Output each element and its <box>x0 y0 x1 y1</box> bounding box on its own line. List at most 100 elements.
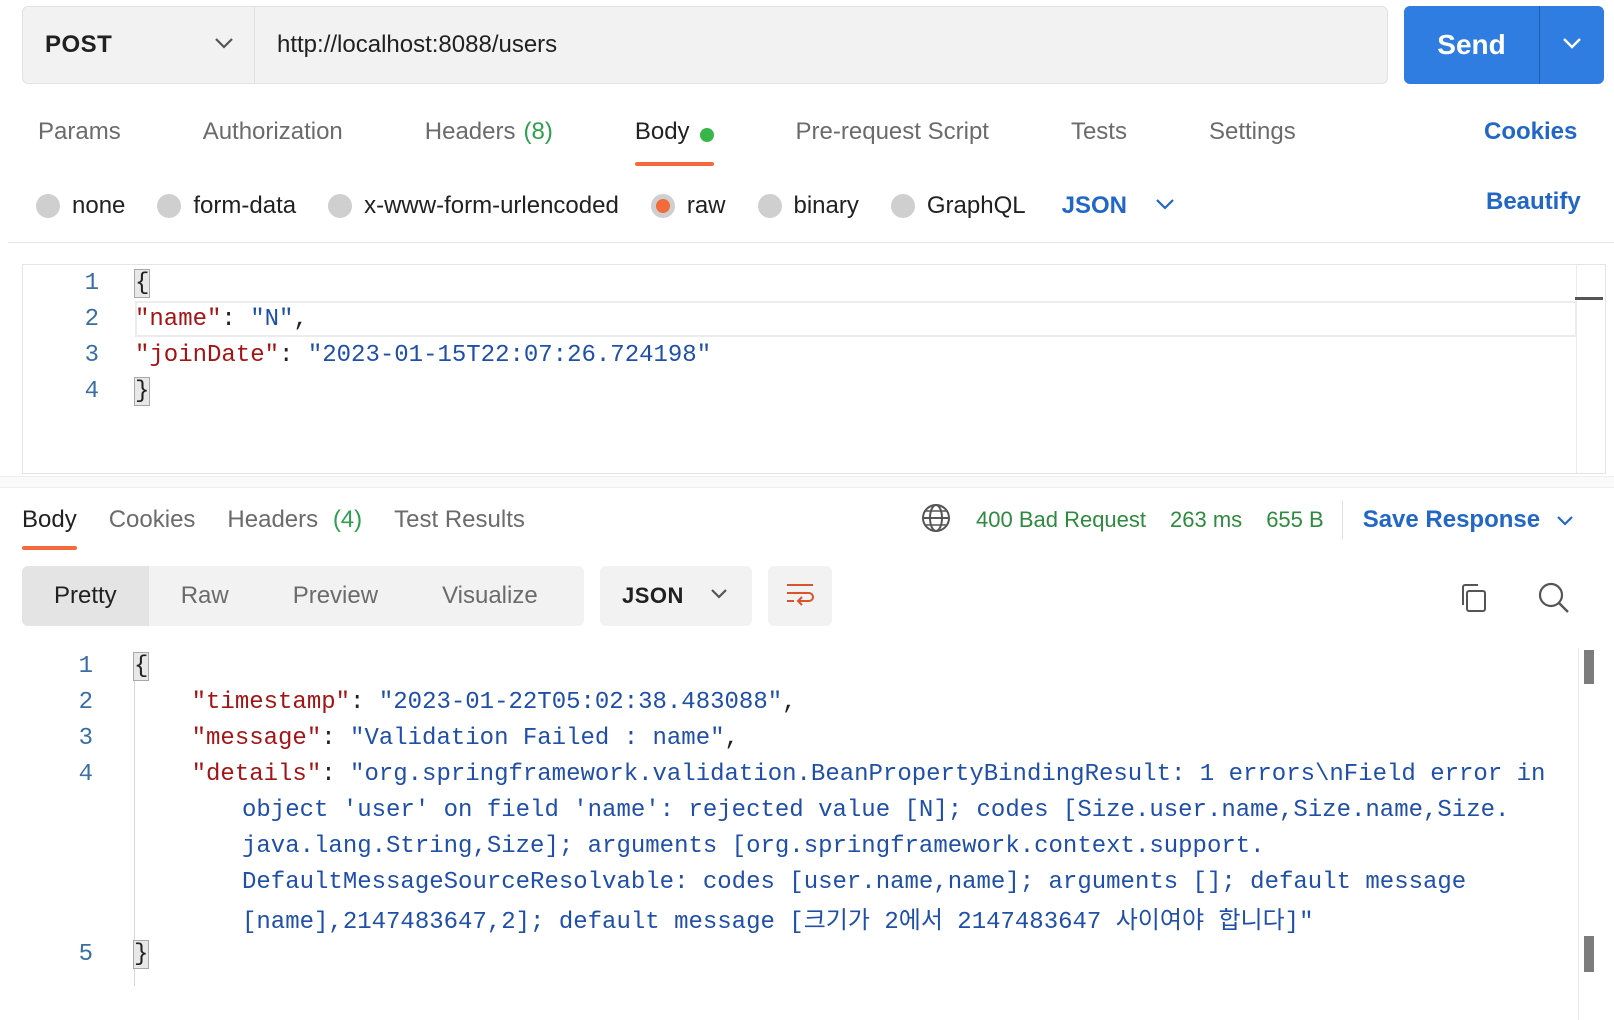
format-label: JSON <box>622 583 684 608</box>
tab-body[interactable]: Body <box>619 108 730 166</box>
wrap-lines-button[interactable] <box>768 566 832 626</box>
open-brace: { <box>132 651 150 681</box>
code-content: "timestamp": "2023-01-22T05:02:38.483088… <box>191 688 797 716</box>
tab-pre-request-script[interactable]: Pre-request Script <box>780 108 1005 166</box>
headers-count: (8) <box>523 118 553 145</box>
open-brace: { <box>133 268 151 298</box>
json-key: "name" <box>135 305 222 333</box>
line-number: 1 <box>84 269 99 297</box>
tab-settings[interactable]: Settings <box>1193 108 1312 166</box>
tab-params[interactable]: Params <box>22 108 137 166</box>
chevron-down-icon <box>214 36 234 54</box>
radio-raw[interactable]: raw <box>650 192 726 220</box>
code-line: 3 "joinDate": "2023-01-15T22:07:26.72419… <box>23 337 1605 373</box>
divider <box>1341 501 1343 539</box>
view-pretty[interactable]: Pretty <box>22 566 149 626</box>
line-number: 4 <box>78 760 93 788</box>
status-code[interactable]: 400 Bad Request <box>976 507 1146 533</box>
request-tabs: Params Authorization Headers (8) Body Pr… <box>22 108 1362 166</box>
body-language-select[interactable]: JSON <box>1062 192 1175 220</box>
close-brace: } <box>133 376 151 406</box>
view-preview[interactable]: Preview <box>261 566 410 626</box>
code-line: 5 } <box>0 936 1614 972</box>
code-line: 3 "message": "Validation Failed : name", <box>0 720 1614 756</box>
radio-form-data[interactable]: form-data <box>157 192 296 220</box>
globe-icon[interactable] <box>920 502 952 539</box>
save-response-button[interactable]: Save Response <box>1363 506 1574 534</box>
headers-count: (4) <box>332 506 363 533</box>
radio-graphql[interactable]: GraphQL <box>890 192 1026 220</box>
code-content: "details": "org.springframework.validati… <box>191 760 1546 788</box>
code-line: 2 "timestamp": "2023-01-22T05:02:38.4830… <box>0 684 1614 720</box>
code-line: 1 { <box>0 648 1614 684</box>
tab-label: Body <box>634 118 690 145</box>
code-line-wrapped: object 'user' on field 'name': rejected … <box>0 792 1614 828</box>
radio-label: x-www-form-urlencoded <box>364 192 619 219</box>
radio-circle <box>890 194 915 218</box>
response-format-select[interactable]: JSON <box>600 566 752 626</box>
radio-urlencoded[interactable]: x-www-form-urlencoded <box>328 192 619 220</box>
response-time[interactable]: 263 ms <box>1170 507 1242 533</box>
radio-circle <box>36 194 60 218</box>
radio-binary[interactable]: binary <box>757 192 859 220</box>
copy-icon[interactable] <box>1456 580 1492 616</box>
json-value: [name],2147483647,2]; default message [크… <box>242 909 1314 936</box>
response-tab-headers[interactable]: Headers (4) <box>227 500 362 550</box>
code-line: 2 "name": "N", <box>23 301 1605 337</box>
response-body-viewer[interactable]: 1 { 2 "timestamp": "2023-01-22T05:02:38.… <box>0 648 1614 1020</box>
send-options-button[interactable] <box>1540 6 1604 84</box>
search-icon[interactable] <box>1536 580 1572 616</box>
response-size[interactable]: 655 B <box>1266 507 1324 533</box>
tab-label: Tests <box>1070 118 1127 145</box>
tab-label: Pre-request Script <box>795 118 989 145</box>
beautify-button[interactable]: Beautify <box>1486 188 1581 216</box>
close-brace: } <box>132 939 150 969</box>
tab-label: Headers <box>424 118 516 145</box>
code-line: 4 "details": "org.springframework.valida… <box>0 756 1614 792</box>
chevron-down-icon <box>710 587 728 605</box>
code-line-wrapped: [name],2147483647,2]; default message [크… <box>0 900 1614 936</box>
code-content: } <box>133 376 151 406</box>
json-value: object 'user' on field 'name': rejected … <box>242 796 1510 824</box>
code-content: "name": "N", <box>135 305 308 333</box>
line-number: 1 <box>78 652 93 680</box>
radio-label: binary <box>793 192 859 219</box>
line-number: 2 <box>84 305 99 333</box>
code-content: { <box>132 651 150 681</box>
body-language-label: JSON <box>1061 192 1127 219</box>
url-input[interactable]: http://localhost:8088/users <box>255 7 1387 83</box>
line-number: 2 <box>78 688 93 716</box>
wrap-lines-icon <box>785 581 815 612</box>
radio-none[interactable]: none <box>36 192 125 220</box>
json-key: "message" <box>191 724 322 752</box>
code-line-wrapped: DefaultMessageSourceResolvable: codes [u… <box>0 864 1614 900</box>
tab-tests[interactable]: Tests <box>1055 108 1143 166</box>
code-content: } <box>132 939 150 969</box>
radio-circle <box>328 194 353 218</box>
body-indicator-dot <box>699 128 714 142</box>
code-content: [name],2147483647,2]; default message [크… <box>242 900 1314 936</box>
method-select[interactable]: POST <box>23 7 255 83</box>
line-number: 3 <box>84 341 99 369</box>
radio-label: GraphQL <box>926 192 1026 219</box>
send-button[interactable]: Send <box>1404 6 1539 84</box>
json-value: "N" <box>250 305 294 333</box>
tab-authorization[interactable]: Authorization <box>187 108 359 166</box>
response-tab-body[interactable]: Body <box>22 500 77 550</box>
tab-headers[interactable]: Headers (8) <box>409 108 569 166</box>
line-number: 4 <box>84 377 99 405</box>
code-line: 1 { <box>23 265 1605 301</box>
request-body-editor[interactable]: 1 { 2 "name": "N", 3 "joinDate": "2023-0… <box>22 264 1606 474</box>
cookies-link[interactable]: Cookies <box>1484 118 1577 146</box>
section-divider <box>0 476 1614 488</box>
request-url-bar: POST http://localhost:8088/users <box>22 6 1388 84</box>
send-button-group: Send <box>1404 6 1604 84</box>
view-raw[interactable]: Raw <box>149 566 261 626</box>
response-tab-test-results[interactable]: Test Results <box>394 500 525 550</box>
view-visualize[interactable]: Visualize <box>410 566 570 626</box>
response-tab-cookies[interactable]: Cookies <box>109 500 196 550</box>
chevron-down-icon <box>1562 36 1582 54</box>
json-value: DefaultMessageSourceResolvable: codes [u… <box>242 868 1467 896</box>
code-content: java.lang.String,Size]; arguments [org.s… <box>242 833 1265 860</box>
radio-circle <box>757 194 782 218</box>
